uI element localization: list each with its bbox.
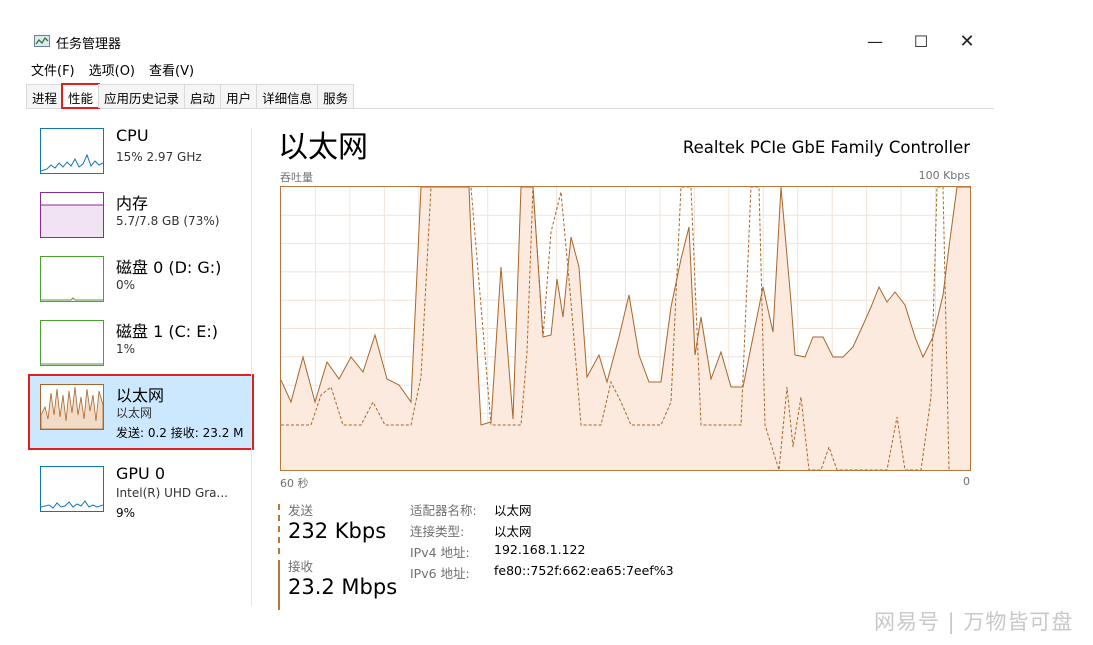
sidebar-item-label: 内存: [116, 194, 149, 213]
tab-processes[interactable]: 进程: [26, 84, 64, 108]
sidebar-item-gpu[interactable]: GPU 0 Intel(R) UHD Gra... 9%: [30, 458, 252, 528]
property-value: 以太网: [494, 503, 532, 518]
sidebar-item-label: 以太网: [116, 386, 165, 405]
tab-bar: 进程 性能 应用历史记录 启动 用户 详细信息 服务: [26, 83, 994, 109]
graph-time-right: 0: [963, 475, 970, 488]
send-label: 发送: [288, 503, 314, 518]
property-row: 连接类型: 以太网: [410, 521, 674, 542]
throughput-graph-svg: [281, 187, 970, 470]
adapter-name: Realtek PCIe GbE Family Controller: [682, 138, 970, 157]
menu-file[interactable]: 文件(F): [24, 58, 82, 80]
tab-services[interactable]: 服务: [317, 84, 355, 108]
sidebar-item-label: 磁盘 1 (C: E:): [116, 322, 218, 341]
tab-details[interactable]: 详细信息: [256, 84, 319, 108]
page-title: 以太网: [278, 130, 368, 165]
menu-options[interactable]: 选项(O): [82, 58, 142, 80]
graph-max-label: 100 Kbps: [918, 169, 970, 182]
sidebar-item-detail: 0%: [116, 278, 136, 292]
sidebar-item-detail: 5.7/7.8 GB (73%): [116, 214, 220, 228]
tab-performance[interactable]: 性能: [61, 83, 101, 109]
property-key: IPv6 地址:: [410, 566, 470, 581]
sidebar-item-cpu[interactable]: CPU 15% 2.97 GHz: [30, 120, 252, 182]
property-value: 以太网: [494, 524, 532, 539]
send-value: 232 Kbps: [288, 519, 387, 543]
sidebar-item-detail: 15% 2.97 GHz: [116, 150, 202, 164]
task-manager-icon: [34, 35, 50, 47]
throughput-graph: [280, 186, 971, 471]
watermark: 网易号 | 万物皆可盘: [874, 610, 1074, 634]
menu-bar: 文件(F) 选项(O) 查看(V): [24, 58, 201, 80]
sidebar-item-label: 磁盘 0 (D: G:): [116, 258, 222, 277]
window-title: 任务管理器: [56, 37, 122, 52]
send-stat: 发送 232 Kbps: [278, 500, 387, 554]
sidebar-item-detail: 1%: [116, 342, 136, 356]
tab-users[interactable]: 用户: [220, 84, 258, 108]
cpu-thumbnail-graph: [40, 128, 104, 174]
minimize-button[interactable]: —: [852, 28, 898, 56]
property-value: 192.168.1.122: [494, 542, 586, 557]
receive-value: 23.2 Mbps: [288, 575, 398, 599]
property-row: IPv6 地址: fe80::752f:662:ea65:7eef%3: [410, 563, 674, 584]
property-key: IPv4 地址:: [410, 545, 470, 560]
sidebar-item-label: CPU: [116, 126, 149, 145]
sidebar-item-detail: 以太网: [116, 406, 153, 420]
send-legend-dashed-line: [278, 504, 280, 554]
property-row: IPv4 地址: 192.168.1.122: [410, 542, 674, 563]
title-bar[interactable]: 任务管理器 — ☐ ✕: [24, 22, 996, 58]
sidebar-item-disk-0[interactable]: 磁盘 0 (D: G:) 0%: [30, 248, 252, 310]
gpu-thumbnail-graph: [40, 466, 104, 512]
property-value: fe80::752f:662:ea65:7eef%3: [494, 563, 674, 578]
sidebar-item-detail: Intel(R) UHD Gra...: [116, 486, 228, 500]
graph-time-left: 60 秒: [280, 477, 309, 490]
property-key: 适配器名称:: [410, 503, 477, 518]
sidebar-item-memory[interactable]: 内存 5.7/7.8 GB (73%): [30, 184, 252, 246]
performance-sidebar: CPU 15% 2.97 GHz 内存 5.7/7.8 GB (73%) 磁盘 …: [24, 120, 254, 606]
task-manager-window: 任务管理器 — ☐ ✕ 文件(F) 选项(O) 查看(V) 进程 性能 应用历史…: [24, 22, 996, 610]
maximize-button[interactable]: ☐: [898, 28, 944, 56]
receive-label: 接收: [288, 559, 314, 574]
disk0-thumbnail-graph: [40, 256, 104, 302]
sidebar-item-ethernet[interactable]: 以太网 以太网 发送: 0.2 接收: 23.2 M: [28, 374, 254, 450]
sidebar-item-throughput: 发送: 0.2 接收: 23.2 M: [116, 426, 244, 440]
memory-thumbnail-graph: [40, 192, 104, 238]
receive-stat: 接收 23.2 Mbps: [278, 556, 398, 610]
property-row: 适配器名称: 以太网: [410, 500, 674, 521]
close-button[interactable]: ✕: [944, 28, 990, 56]
menu-view[interactable]: 查看(V): [142, 58, 201, 80]
sidebar-item-label: GPU 0: [116, 464, 166, 483]
sidebar-item-usage: 9%: [116, 506, 136, 520]
graph-title: 吞吐量: [280, 171, 313, 184]
sidebar-divider: [251, 128, 252, 606]
disk1-thumbnail-graph: [40, 320, 104, 366]
sidebar-item-disk-1[interactable]: 磁盘 1 (C: E:) 1%: [30, 312, 252, 374]
tab-startup[interactable]: 启动: [184, 84, 222, 108]
ethernet-thumbnail-graph: [40, 384, 104, 430]
adapter-properties: 适配器名称: 以太网 连接类型: 以太网 IPv4 地址: 192.168.1.…: [410, 500, 674, 584]
property-key: 连接类型:: [410, 524, 465, 539]
receive-legend-solid-line: [278, 560, 280, 610]
tab-app-history[interactable]: 应用历史记录: [98, 84, 186, 108]
